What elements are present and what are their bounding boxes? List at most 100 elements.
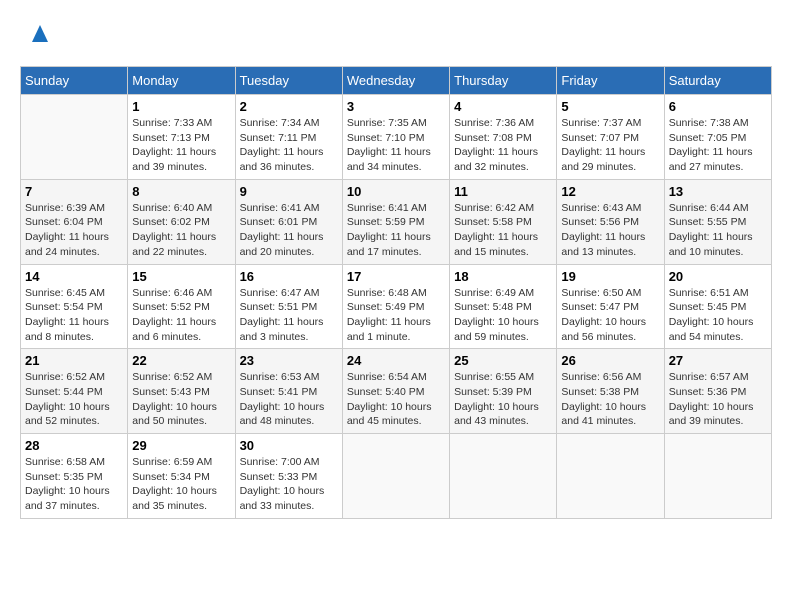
day-cell: 8 Sunrise: 6:40 AMSunset: 6:02 PMDaylight…	[128, 179, 235, 264]
day-number: 12	[561, 184, 659, 199]
day-cell: 30 Sunrise: 7:00 AMSunset: 5:33 PMDayligh…	[235, 434, 342, 519]
day-number: 8	[132, 184, 230, 199]
day-info: Sunrise: 6:48 AMSunset: 5:49 PMDaylight:…	[347, 286, 445, 345]
day-info: Sunrise: 6:53 AMSunset: 5:41 PMDaylight:…	[240, 370, 338, 429]
day-info: Sunrise: 6:41 AMSunset: 6:01 PMDaylight:…	[240, 201, 338, 260]
day-header-tuesday: Tuesday	[235, 67, 342, 95]
day-cell: 1 Sunrise: 7:33 AMSunset: 7:13 PMDaylight…	[128, 95, 235, 180]
day-cell: 24Sunrise: 6:54 AMSunset: 5:40 PMDayligh…	[342, 349, 449, 434]
day-cell: 12 Sunrise: 6:43 AMSunset: 5:56 PMDayligh…	[557, 179, 664, 264]
day-header-monday: Monday	[128, 67, 235, 95]
week-row-2: 7Sunrise: 6:39 AMSunset: 6:04 PMDaylight…	[21, 179, 772, 264]
day-info: Sunrise: 6:56 AMSunset: 5:38 PMDaylight:…	[561, 370, 659, 429]
day-number: 1	[132, 99, 230, 114]
day-info: Sunrise: 6:51 AMSunset: 5:45 PMDaylight:…	[669, 286, 767, 345]
day-info: Sunrise: 6:44 AMSunset: 5:55 PMDaylight:…	[669, 201, 767, 260]
day-number: 6	[669, 99, 767, 114]
day-number: 5	[561, 99, 659, 114]
day-info: Sunrise: 7:38 AMSunset: 7:05 PMDaylight:…	[669, 116, 767, 175]
day-number: 18	[454, 269, 552, 284]
logo	[20, 20, 54, 50]
day-cell: 23 Sunrise: 6:53 AMSunset: 5:41 PMDayligh…	[235, 349, 342, 434]
day-cell: 14Sunrise: 6:45 AMSunset: 5:54 PMDayligh…	[21, 264, 128, 349]
day-info: Sunrise: 6:59 AMSunset: 5:34 PMDaylight:…	[132, 455, 230, 514]
day-number: 16	[240, 269, 338, 284]
day-cell	[450, 434, 557, 519]
day-cell: 26 Sunrise: 6:56 AMSunset: 5:38 PMDayligh…	[557, 349, 664, 434]
day-info: Sunrise: 6:43 AMSunset: 5:56 PMDaylight:…	[561, 201, 659, 260]
day-info: Sunrise: 6:40 AMSunset: 6:02 PMDaylight:…	[132, 201, 230, 260]
day-info: Sunrise: 7:33 AMSunset: 7:13 PMDaylight:…	[132, 116, 230, 175]
day-number: 7	[25, 184, 123, 199]
day-cell: 2 Sunrise: 7:34 AMSunset: 7:11 PMDaylight…	[235, 95, 342, 180]
day-cell	[557, 434, 664, 519]
day-info: Sunrise: 6:46 AMSunset: 5:52 PMDaylight:…	[132, 286, 230, 345]
day-info: Sunrise: 6:47 AMSunset: 5:51 PMDaylight:…	[240, 286, 338, 345]
day-number: 26	[561, 353, 659, 368]
day-info: Sunrise: 7:35 AMSunset: 7:10 PMDaylight:…	[347, 116, 445, 175]
day-cell: 25Sunrise: 6:55 AMSunset: 5:39 PMDayligh…	[450, 349, 557, 434]
day-number: 2	[240, 99, 338, 114]
day-info: Sunrise: 6:50 AMSunset: 5:47 PMDaylight:…	[561, 286, 659, 345]
day-cell: 13 Sunrise: 6:44 AMSunset: 5:55 PMDayligh…	[664, 179, 771, 264]
day-number: 11	[454, 184, 552, 199]
day-cell: 6 Sunrise: 7:38 AMSunset: 7:05 PMDaylight…	[664, 95, 771, 180]
day-cell	[342, 434, 449, 519]
day-header-friday: Friday	[557, 67, 664, 95]
day-info: Sunrise: 7:00 AMSunset: 5:33 PMDaylight:…	[240, 455, 338, 514]
day-cell: 20Sunrise: 6:51 AMSunset: 5:45 PMDayligh…	[664, 264, 771, 349]
day-number: 30	[240, 438, 338, 453]
day-cell: 15 Sunrise: 6:46 AMSunset: 5:52 PMDayligh…	[128, 264, 235, 349]
week-row-5: 28Sunrise: 6:58 AMSunset: 5:35 PMDayligh…	[21, 434, 772, 519]
day-info: Sunrise: 7:34 AMSunset: 7:11 PMDaylight:…	[240, 116, 338, 175]
day-number: 24	[347, 353, 445, 368]
day-number: 14	[25, 269, 123, 284]
day-info: Sunrise: 6:58 AMSunset: 5:35 PMDaylight:…	[25, 455, 123, 514]
day-info: Sunrise: 6:49 AMSunset: 5:48 PMDaylight:…	[454, 286, 552, 345]
day-cell	[21, 95, 128, 180]
day-cell: 19Sunrise: 6:50 AMSunset: 5:47 PMDayligh…	[557, 264, 664, 349]
day-cell: 4 Sunrise: 7:36 AMSunset: 7:08 PMDaylight…	[450, 95, 557, 180]
day-number: 29	[132, 438, 230, 453]
week-row-3: 14Sunrise: 6:45 AMSunset: 5:54 PMDayligh…	[21, 264, 772, 349]
day-cell: 9 Sunrise: 6:41 AMSunset: 6:01 PMDaylight…	[235, 179, 342, 264]
day-header-wednesday: Wednesday	[342, 67, 449, 95]
day-number: 13	[669, 184, 767, 199]
day-cell: 22 Sunrise: 6:52 AMSunset: 5:43 PMDayligh…	[128, 349, 235, 434]
day-number: 25	[454, 353, 552, 368]
logo-icon	[20, 20, 50, 50]
day-number: 10	[347, 184, 445, 199]
day-cell: 10 Sunrise: 6:41 AMSunset: 5:59 PMDayligh…	[342, 179, 449, 264]
day-number: 23	[240, 353, 338, 368]
day-info: Sunrise: 6:57 AMSunset: 5:36 PMDaylight:…	[669, 370, 767, 429]
day-number: 15	[132, 269, 230, 284]
day-cell: 18 Sunrise: 6:49 AMSunset: 5:48 PMDayligh…	[450, 264, 557, 349]
day-header-saturday: Saturday	[664, 67, 771, 95]
day-cell: 11Sunrise: 6:42 AMSunset: 5:58 PMDayligh…	[450, 179, 557, 264]
day-number: 22	[132, 353, 230, 368]
day-number: 3	[347, 99, 445, 114]
day-cell	[664, 434, 771, 519]
day-cell: 28Sunrise: 6:58 AMSunset: 5:35 PMDayligh…	[21, 434, 128, 519]
calendar-table: SundayMondayTuesdayWednesdayThursdayFrid…	[20, 66, 772, 519]
calendar-header-row: SundayMondayTuesdayWednesdayThursdayFrid…	[21, 67, 772, 95]
day-cell: 7Sunrise: 6:39 AMSunset: 6:04 PMDaylight…	[21, 179, 128, 264]
day-number: 17	[347, 269, 445, 284]
day-cell: 16 Sunrise: 6:47 AMSunset: 5:51 PMDayligh…	[235, 264, 342, 349]
day-header-sunday: Sunday	[21, 67, 128, 95]
week-row-4: 21 Sunrise: 6:52 AMSunset: 5:44 PMDayligh…	[21, 349, 772, 434]
day-cell: 21 Sunrise: 6:52 AMSunset: 5:44 PMDayligh…	[21, 349, 128, 434]
day-info: Sunrise: 7:36 AMSunset: 7:08 PMDaylight:…	[454, 116, 552, 175]
day-cell: 17 Sunrise: 6:48 AMSunset: 5:49 PMDayligh…	[342, 264, 449, 349]
day-info: Sunrise: 6:52 AMSunset: 5:43 PMDaylight:…	[132, 370, 230, 429]
day-cell: 27 Sunrise: 6:57 AMSunset: 5:36 PMDayligh…	[664, 349, 771, 434]
day-cell: 3 Sunrise: 7:35 AMSunset: 7:10 PMDaylight…	[342, 95, 449, 180]
day-number: 4	[454, 99, 552, 114]
day-number: 21	[25, 353, 123, 368]
day-info: Sunrise: 7:37 AMSunset: 7:07 PMDaylight:…	[561, 116, 659, 175]
day-cell: 5 Sunrise: 7:37 AMSunset: 7:07 PMDaylight…	[557, 95, 664, 180]
day-info: Sunrise: 6:41 AMSunset: 5:59 PMDaylight:…	[347, 201, 445, 260]
day-number: 27	[669, 353, 767, 368]
day-info: Sunrise: 6:52 AMSunset: 5:44 PMDaylight:…	[25, 370, 123, 429]
day-number: 9	[240, 184, 338, 199]
